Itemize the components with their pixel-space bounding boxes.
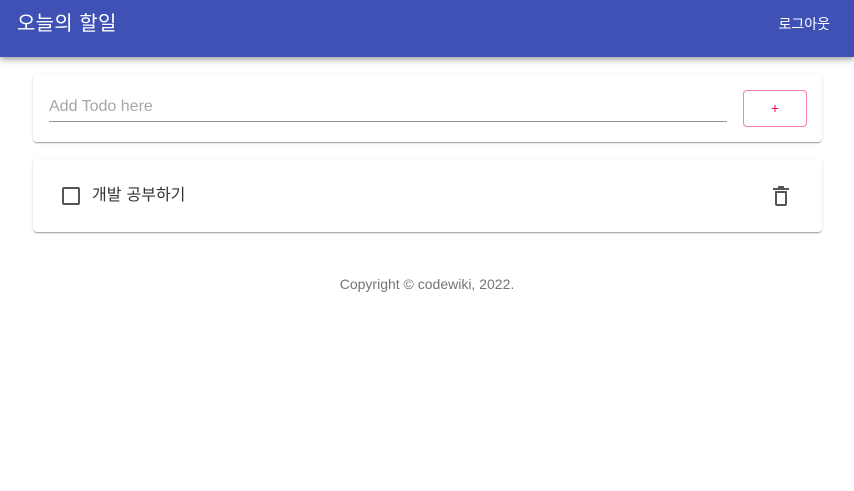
footer-copyright: Copyright © codewiki, 2022. — [339, 276, 515, 292]
trash-icon — [773, 186, 789, 206]
todo-input[interactable] — [49, 92, 727, 122]
todo-list: 개발 공부하기 — [33, 159, 822, 232]
todo-title: 개발 공부하기 — [92, 185, 186, 204]
todo-checkbox[interactable] — [62, 187, 80, 205]
add-todo-button[interactable]: + — [743, 90, 807, 127]
add-todo-card: + — [33, 74, 822, 142]
logout-button[interactable]: 로그아웃 — [770, 12, 838, 38]
app-bar: 오늘의 할일 로그아웃 — [0, 0, 854, 57]
delete-todo-button[interactable] — [768, 183, 794, 209]
page-title: 오늘의 할일 — [17, 11, 117, 35]
